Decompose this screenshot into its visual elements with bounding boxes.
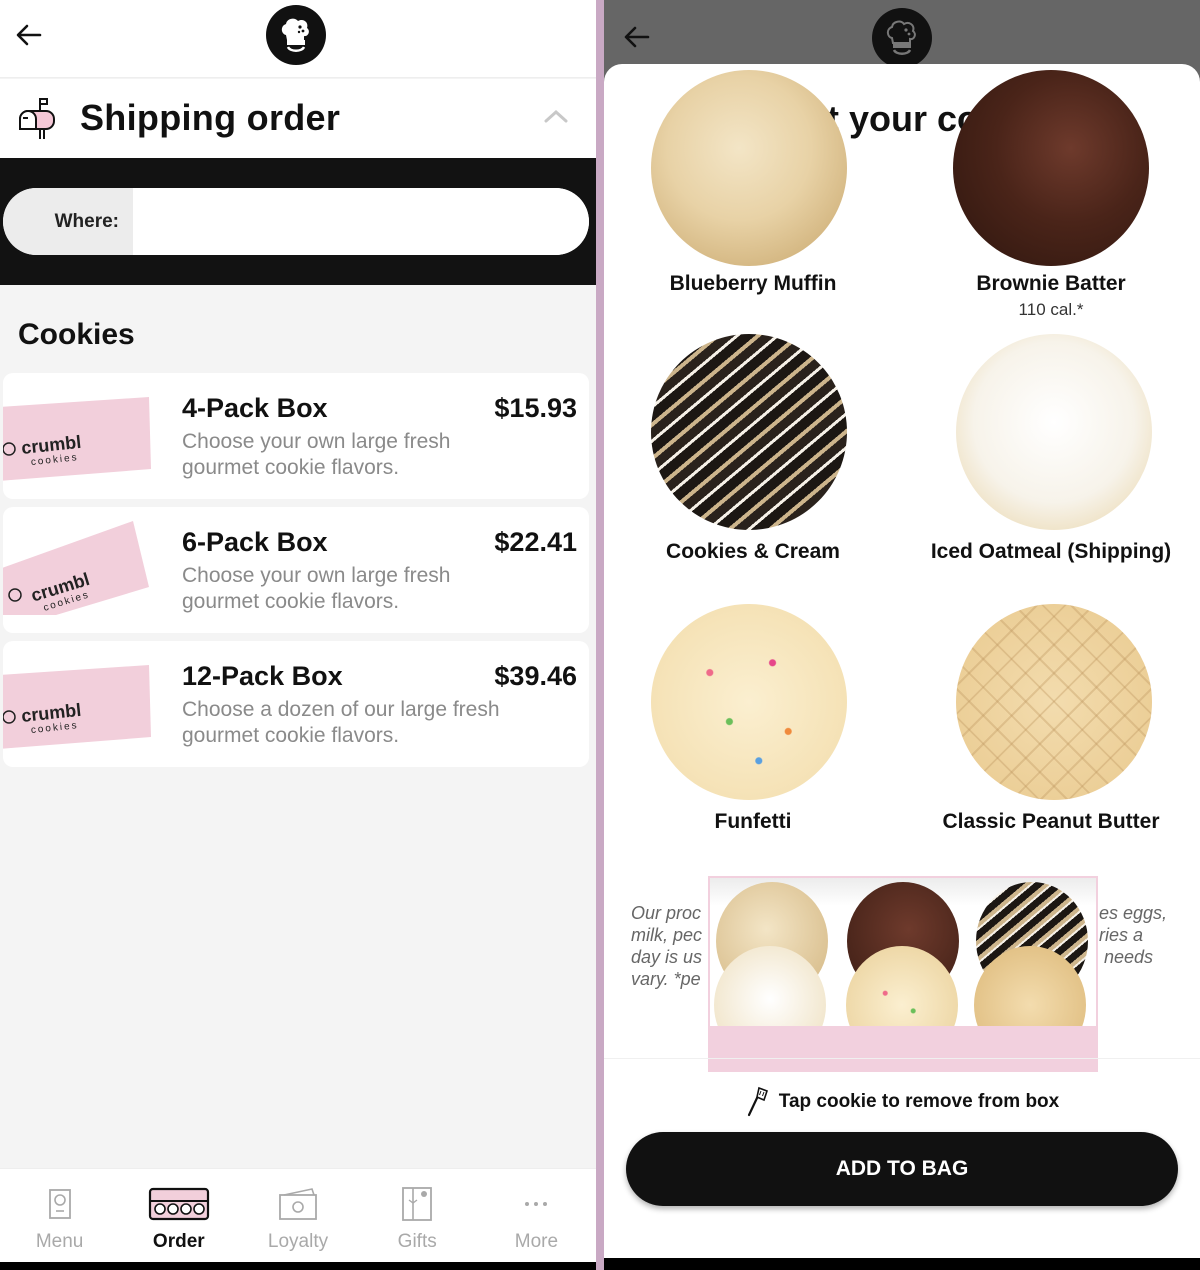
- product-card-6-pack[interactable]: crumbl cookies 6-Pack Box $22.41 Choose y…: [3, 507, 589, 633]
- cookie-name: Cookies & Cream: [666, 540, 840, 563]
- product-card-12-pack[interactable]: crumbl cookies 12-Pack Box $39.46 Choose …: [3, 641, 589, 767]
- cookie-image-blueberry-muffin: [651, 70, 847, 266]
- nav-label: Order: [152, 1231, 205, 1252]
- more-dots-icon: [525, 1202, 548, 1206]
- divider: [604, 1058, 1200, 1059]
- back-button[interactable]: [622, 22, 652, 57]
- where-label: Where:: [3, 188, 133, 255]
- chevron-up-icon[interactable]: [542, 107, 570, 125]
- nav-item-loyalty[interactable]: Loyalty: [238, 1169, 357, 1262]
- cookie-option[interactable]: Funfetti: [604, 604, 902, 844]
- chef-logo-icon: [281, 18, 309, 52]
- cookie-name: Iced Oatmeal (Shipping): [930, 540, 1172, 563]
- crumbl-box-image: crumblcookies: [3, 521, 149, 615]
- product-price: $15.93: [494, 393, 577, 423]
- cookie-name: Classic Peanut Butter: [942, 810, 1160, 833]
- shipping-order-title: Shipping order: [80, 97, 341, 138]
- cookie-image-brownie-batter: [953, 70, 1149, 266]
- product-description: Choose your own large fresh gourmet cook…: [182, 430, 451, 479]
- product-description: Choose your own large fresh gourmet cook…: [182, 564, 451, 613]
- bottom-nav: Menu Order Loyalty Gifts More: [0, 1168, 596, 1262]
- product-title: 6-Pack Box: [182, 527, 328, 557]
- nav-label: More: [514, 1231, 559, 1252]
- menu-card-icon: [48, 1189, 71, 1219]
- cookie-image-funfetti: [651, 604, 847, 800]
- crumbl-box-image: crumblcookies: [3, 665, 151, 749]
- where-field[interactable]: Where:: [3, 188, 589, 255]
- shipping-order-screen: Shipping order Where: Cookies crumbl cook…: [0, 0, 596, 1270]
- where-input[interactable]: [133, 188, 589, 255]
- nav-item-order[interactable]: Order: [119, 1169, 238, 1262]
- tap-hint-text: Tap cookie to remove from box: [778, 1091, 1060, 1112]
- nav-item-more[interactable]: More: [477, 1169, 596, 1262]
- cookie-box-preview: [708, 876, 1098, 1072]
- shipping-order-header[interactable]: Shipping order: [0, 79, 596, 158]
- cookie-image-classic-peanut-butter: [956, 604, 1152, 800]
- cookie-option[interactable]: Cookies & Cream: [604, 334, 902, 574]
- section-title-cookies: Cookies: [18, 318, 135, 351]
- cookie-option[interactable]: Iced Oatmeal (Shipping): [902, 334, 1200, 574]
- cookie-box-icon: [148, 1187, 209, 1221]
- nav-label: Loyalty: [267, 1231, 329, 1252]
- spatula-icon: [747, 1086, 768, 1117]
- nav-item-gifts[interactable]: Gifts: [358, 1169, 477, 1262]
- crumbl-logo: [872, 8, 932, 68]
- arrow-left-icon: [624, 26, 650, 48]
- product-price: $39.46: [494, 661, 577, 691]
- nav-label: Menu: [35, 1231, 84, 1252]
- nav-label: Gifts: [397, 1231, 437, 1252]
- cookie-name: Brownie Batter: [976, 272, 1126, 295]
- mailbox-icon: [19, 98, 55, 139]
- disclaimer-left: Our proc milk, pec day is us vary. *pe: [631, 903, 703, 989]
- add-to-bag-button[interactable]: ADD TO BAG: [626, 1132, 1178, 1206]
- select-cookies-screen: Select your cookies Blueberry Muffin Bro…: [604, 0, 1200, 1270]
- cookie-option[interactable]: Blueberry Muffin: [604, 70, 902, 328]
- cookie-option[interactable]: Classic Peanut Butter: [902, 604, 1200, 844]
- product-title: 12-Pack Box: [182, 661, 343, 691]
- loyalty-cash-icon: [279, 1188, 317, 1220]
- back-button[interactable]: [14, 20, 44, 50]
- disclaimer-right: es eggs, ries a needs: [1099, 903, 1168, 967]
- nav-item-menu[interactable]: Menu: [0, 1169, 119, 1262]
- system-nav-bar: [604, 1258, 1200, 1270]
- cookie-name: Blueberry Muffin: [669, 272, 837, 295]
- cookie-image-cookies-and-cream: [651, 334, 847, 530]
- top-bar: [0, 0, 596, 78]
- cookie-calories: 110 cal.*: [1018, 300, 1084, 319]
- cookie-image-iced-oatmeal: [956, 334, 1152, 530]
- chef-logo-icon: [886, 20, 916, 55]
- gift-card-icon: [402, 1187, 433, 1221]
- product-card-4-pack[interactable]: crumbl cookies 4-Pack Box $15.93 Choose y…: [3, 373, 589, 499]
- product-description: Choose a dozen of our large fresh gourme…: [182, 698, 500, 747]
- arrow-left-icon: [16, 24, 42, 46]
- crumbl-logo: [266, 5, 326, 65]
- cookie-name: Funfetti: [714, 810, 792, 833]
- select-cookies-sheet: Select your cookies Blueberry Muffin Bro…: [604, 64, 1200, 1258]
- tap-hint: Tap cookie to remove from box: [604, 1086, 1200, 1118]
- where-section: Where:: [0, 158, 596, 285]
- cookie-option[interactable]: Brownie Batter 110 cal.*: [902, 70, 1200, 328]
- product-price: $22.41: [494, 527, 577, 557]
- system-nav-bar: [0, 1262, 596, 1270]
- box-front-panel: [710, 1026, 1096, 1070]
- product-title: 4-Pack Box: [182, 393, 328, 423]
- crumbl-box-image: crumblcookies: [3, 397, 151, 481]
